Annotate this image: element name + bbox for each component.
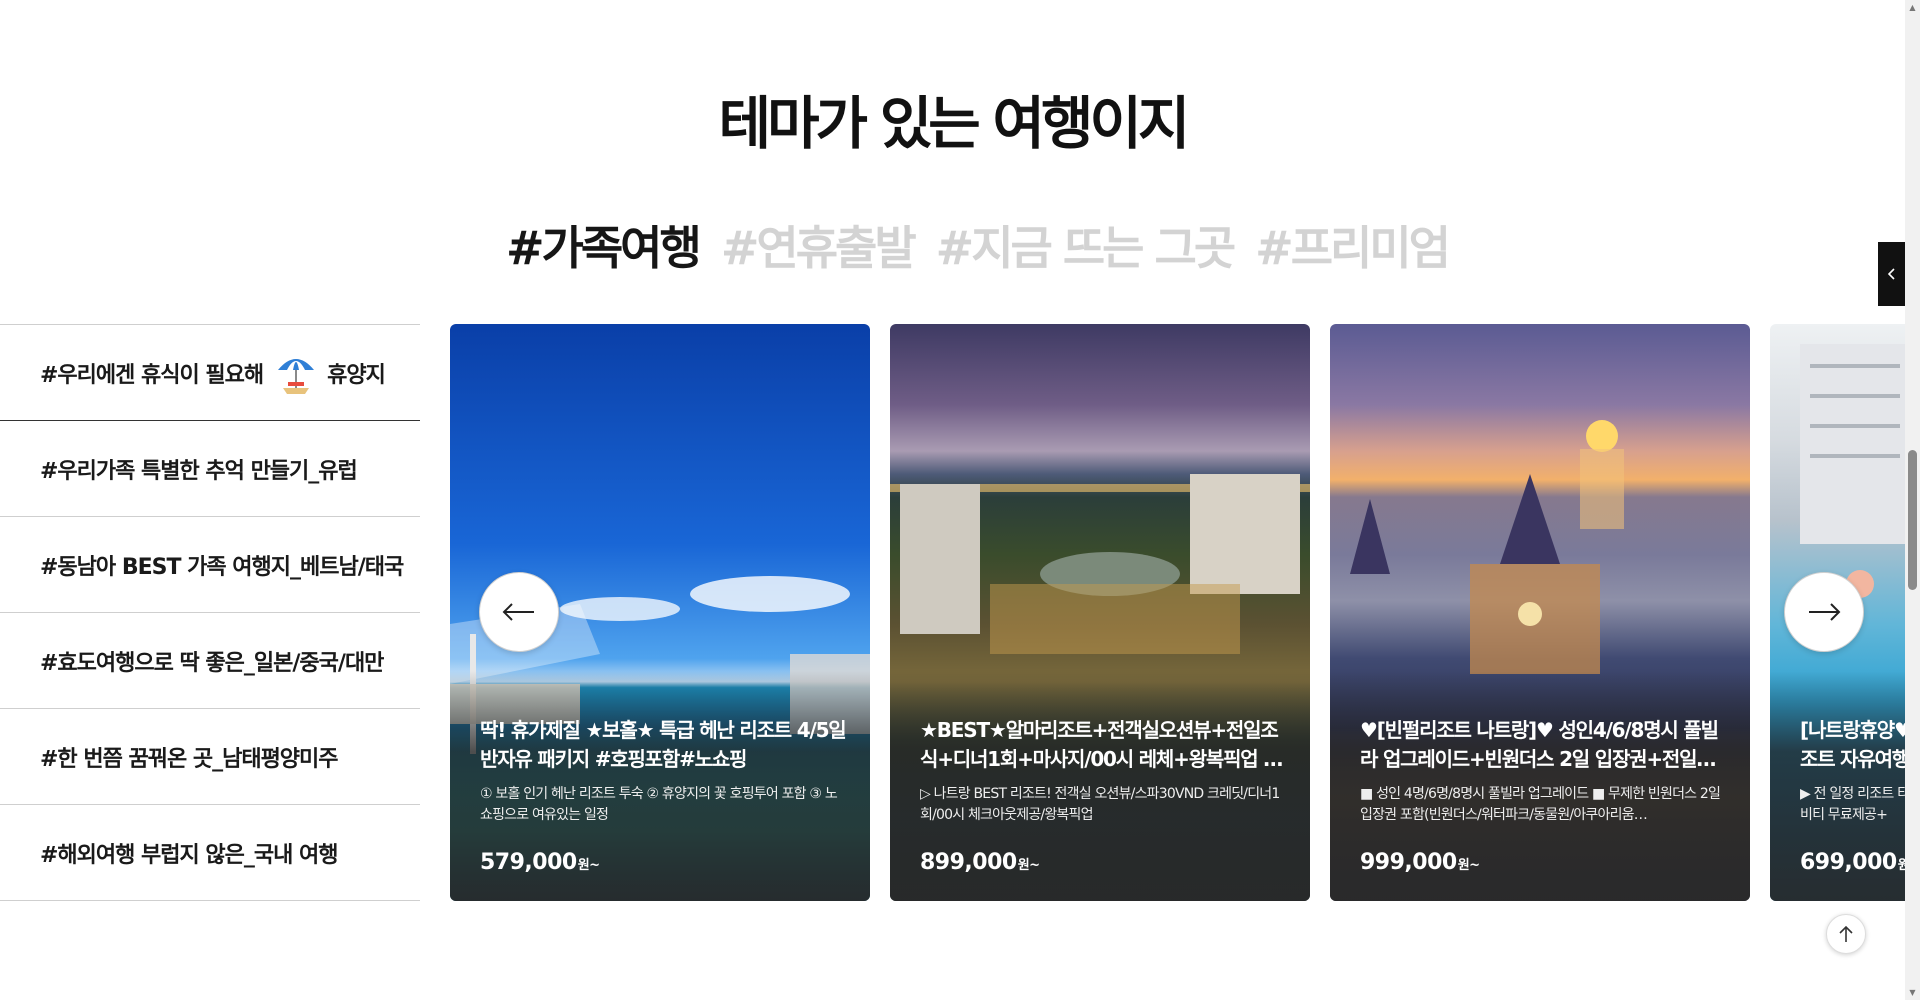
card-title: 딱! 휴가제질 ★보홀★ 특급 헤난 리조트 4/5일 반자유 패키지 #호핑포… (480, 718, 847, 771)
product-carousel: 딱! 휴가제질 ★보홀★ 특급 헤난 리조트 4/5일 반자유 패키지 #호핑포… (450, 324, 1905, 901)
menu-item-suffix: 휴양지 (327, 362, 386, 388)
card-title: [나트랑휴양♥ 조트 자유여행 (1800, 718, 1905, 771)
side-panel-toggle-button[interactable] (1878, 242, 1905, 306)
price-unit: 원~ (577, 858, 600, 873)
tab-premium[interactable]: #프리미엄 (1255, 212, 1451, 278)
scroll-to-top-button[interactable] (1826, 914, 1866, 954)
price-value: 579,000 (480, 850, 577, 875)
menu-item-resort[interactable]: #우리에겐 휴식이 필요해 휴양지 (0, 325, 420, 421)
price-value: 899,000 (920, 850, 1017, 875)
page-scrollbar[interactable]: ▲ ▼ (1905, 0, 1920, 1000)
arrow-up-icon (1839, 925, 1853, 942)
theme-sub-menu: #우리에겐 휴식이 필요해 휴양지 #우리가족 특별한 추억 만들기_유럽 #동… (0, 324, 420, 901)
theme-tabs: #가족여행 #연휴출발 #지금 뜨는 그곳 #프리미엄 (506, 212, 1451, 278)
section-title: 테마가 있는 여행이지 (718, 91, 1191, 157)
arrow-right-icon (1809, 603, 1841, 621)
menu-item-europe[interactable]: #우리가족 특별한 추억 만들기_유럽 (0, 421, 420, 517)
chevron-left-icon (1887, 268, 1895, 280)
card-description: ▷ 나트랑 BEST 리조트! 전객실 오션뷰/스파30VND 크레딧/디너1회… (920, 786, 1280, 823)
price-unit: 원~ (1017, 858, 1040, 873)
scrollbar-thumb[interactable] (1908, 450, 1917, 590)
price-unit: 원~ (1897, 858, 1905, 873)
scroll-up-icon[interactable]: ▲ (1905, 0, 1920, 15)
card-price: 579,000원~ (480, 850, 848, 875)
beach-umbrella-icon (273, 350, 319, 396)
card-price: 699,000원~ (1800, 850, 1905, 875)
product-card[interactable]: ♥[빈펄리조트 나트랑]♥ 성인4/6/8명시 풀빌라 업그레이드+빈원더스 2… (1330, 324, 1750, 901)
card-description: ■ 성인 4명/6명/8명시 풀빌라 업그레이드 ■ 무제한 빈원더스 2일 입… (1360, 786, 1721, 823)
menu-item-domestic[interactable]: #해외여행 부럽지 않은_국내 여행 (0, 805, 420, 901)
card-body: [나트랑휴양♥ 조트 자유여행 ▶ 전 일정 리조트 티비티 무료제공+ 699… (1800, 716, 1905, 875)
card-title: ★BEST★알마리조트+전객실오션뷰+전일조식+디너1회+마사지/00시 레체+… (920, 718, 1283, 771)
product-card[interactable]: ★BEST★알마리조트+전객실오션뷰+전일조식+디너1회+마사지/00시 레체+… (890, 324, 1310, 901)
card-title: ♥[빈펄리조트 나트랑]♥ 성인4/6/8명시 풀빌라 업그레이드+빈원더스 2… (1360, 718, 1719, 771)
price-unit: 원~ (1457, 858, 1480, 873)
tab-family-trip[interactable]: #가족여행 (506, 212, 702, 278)
card-price: 899,000원~ (920, 850, 1288, 875)
card-body: ♥[빈펄리조트 나트랑]♥ 성인4/6/8명시 풀빌라 업그레이드+빈원더스 2… (1360, 716, 1728, 875)
carousel-next-button[interactable] (1784, 572, 1864, 652)
tab-trending-place[interactable]: #지금 뜨는 그곳 (936, 212, 1236, 278)
scroll-down-icon[interactable]: ▼ (1905, 985, 1920, 1000)
card-body: 딱! 휴가제질 ★보홀★ 특급 헤난 리조트 4/5일 반자유 패키지 #호핑포… (480, 716, 848, 875)
card-description: ▶ 전 일정 리조트 티비티 무료제공+ (1800, 786, 1905, 823)
menu-item-southeast-asia[interactable]: #동남아 BEST 가족 여행지_베트남/태국 (0, 517, 420, 613)
card-price: 999,000원~ (1360, 850, 1728, 875)
tab-holiday-departure[interactable]: #연휴출발 (721, 212, 917, 278)
arrow-left-icon (502, 603, 534, 621)
card-body: ★BEST★알마리조트+전객실오션뷰+전일조식+디너1회+마사지/00시 레체+… (920, 716, 1288, 875)
price-value: 999,000 (1360, 850, 1457, 875)
menu-item-south-pacific-america[interactable]: #한 번쯤 꿈꿔온 곳_남태평양미주 (0, 709, 420, 805)
card-description: ① 보홀 인기 헤난 리조트 투숙 ② 휴양지의 꽃 호핑투어 포함 ③ 노쇼핑… (480, 786, 838, 823)
menu-item-label: #우리에겐 휴식이 필요해 (40, 362, 264, 388)
carousel-prev-button[interactable] (479, 572, 559, 652)
menu-item-japan-china-taiwan[interactable]: #효도여행으로 딱 좋은_일본/중국/대만 (0, 613, 420, 709)
price-value: 699,000 (1800, 850, 1897, 875)
